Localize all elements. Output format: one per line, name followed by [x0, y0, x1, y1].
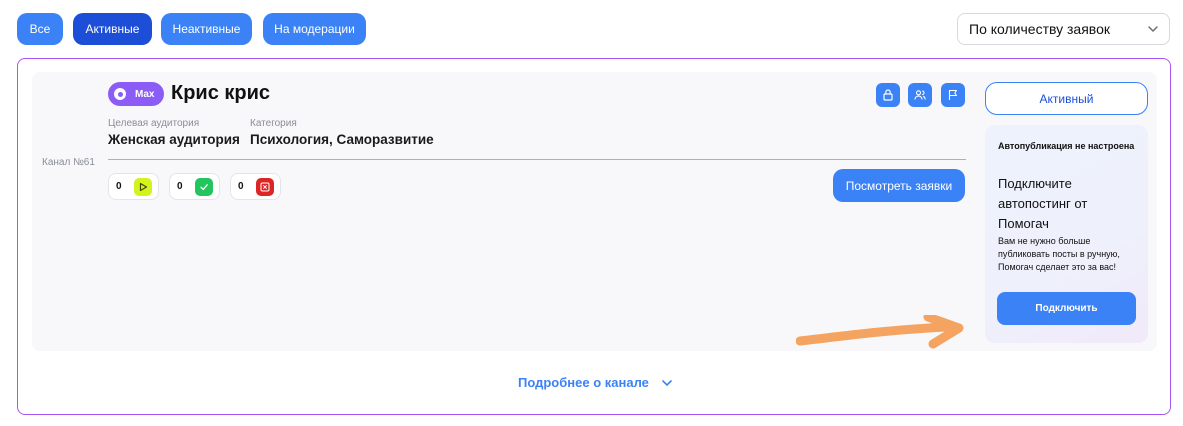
- chevron-down-icon: [1148, 26, 1158, 33]
- channel-details-label: Подробнее о канале: [518, 375, 649, 390]
- promo-text: Вам не нужно больше публиковать посты в …: [998, 236, 1120, 272]
- pending-counter[interactable]: 0: [108, 173, 159, 200]
- audience-label: Целевая аудитория: [108, 118, 200, 129]
- autopost-promo: Автопубликация не настроена Подключите а…: [985, 125, 1148, 343]
- filter-active-button[interactable]: Активные: [73, 13, 152, 45]
- category-value: Психология, Саморазвитие: [250, 132, 434, 147]
- approved-counter[interactable]: 0: [169, 173, 220, 200]
- status-button[interactable]: Активный: [985, 82, 1148, 115]
- channel-number: Канал №61: [42, 157, 95, 168]
- filter-bar: Все Активные Неактивные На модерации По …: [0, 0, 1183, 58]
- rejected-count: 0: [238, 181, 244, 192]
- rejected-counter[interactable]: 0: [230, 173, 281, 200]
- pending-count: 0: [116, 181, 122, 192]
- check-icon: [195, 177, 213, 196]
- close-icon: [256, 177, 274, 196]
- filter-inactive-button[interactable]: Неактивные: [161, 13, 252, 45]
- play-icon: [134, 177, 152, 196]
- filter-all-button[interactable]: Все: [17, 13, 63, 45]
- channel-panel: Канал №61 Max Крис крис Целевая аудитори…: [32, 72, 1157, 351]
- users-icon: [914, 90, 926, 100]
- sort-select[interactable]: По количеству заявок: [957, 13, 1170, 45]
- filter-moderation-button[interactable]: На модерации: [263, 13, 366, 45]
- approved-count: 0: [177, 181, 183, 192]
- connect-button[interactable]: Подключить: [997, 292, 1136, 325]
- users-button[interactable]: [908, 83, 932, 107]
- channel-details-link[interactable]: Подробнее о канале: [518, 375, 673, 390]
- audience-value: Женская аудитория: [108, 132, 240, 147]
- flag-button[interactable]: [941, 83, 965, 107]
- lock-icon: [883, 89, 893, 101]
- platform-badge: Max: [108, 82, 164, 106]
- flag-icon: [948, 89, 958, 100]
- view-requests-button[interactable]: Посмотреть заявки: [833, 169, 965, 202]
- promo-heading: Автопубликация не настроена: [998, 141, 1135, 151]
- platform-badge-label: Max: [135, 88, 155, 100]
- annotation-arrow-icon: [796, 315, 964, 349]
- sort-select-value: По количеству заявок: [969, 21, 1110, 37]
- promo-title: Подключите автопостинг от Помогач: [998, 176, 1088, 231]
- channel-title: Крис крис: [171, 82, 271, 104]
- divider: [108, 159, 966, 160]
- max-logo-icon: [114, 88, 126, 100]
- channel-card: Канал №61 Max Крис крис Целевая аудитори…: [17, 58, 1171, 415]
- category-label: Категория: [250, 118, 297, 129]
- chevron-down-icon: [662, 379, 672, 386]
- lock-button[interactable]: [876, 83, 900, 107]
